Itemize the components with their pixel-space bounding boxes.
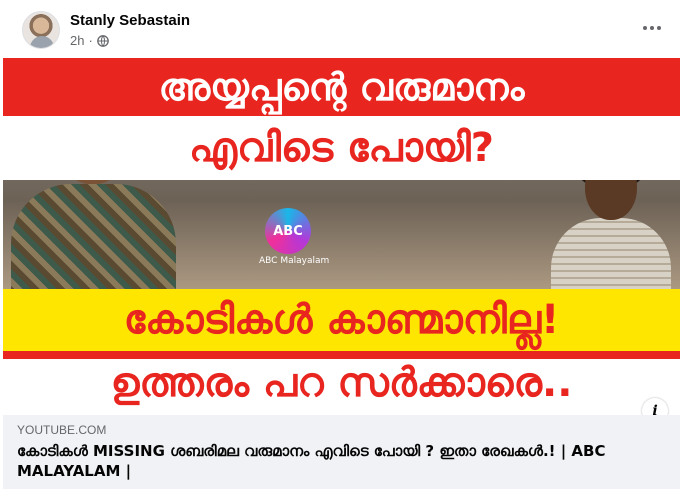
video-thumbnail[interactable]: ABC ABC Malayalam അയ്യപ്പന്റെ വരുമാനം എവ… xyxy=(3,58,680,415)
post-header: Stanly Sebastain 2h · xyxy=(0,0,680,58)
headline-line-4: ഉത്തരം പറ സർക്കാരെ.. xyxy=(3,351,680,415)
link-preview[interactable]: YOUTUBE.COM കോടികൾ MISSING ശബരിമല വരുമാന… xyxy=(3,415,680,489)
author-name[interactable]: Stanly Sebastain xyxy=(70,12,190,29)
logo-badge: ABC xyxy=(265,208,311,254)
headline-line-3: കോടികൾ കാണ്മാനില്ല! xyxy=(3,289,680,351)
more-horizontal-icon xyxy=(643,26,647,30)
meta-separator: · xyxy=(88,33,93,48)
link-title[interactable]: കോടികൾ MISSING ശബരിമല വരുമാനം എവിടെ പോയി… xyxy=(17,441,657,481)
avatar-figure xyxy=(30,36,54,48)
headline-line-2: എവിടെ പോയി? xyxy=(3,116,680,180)
logo-text: ABC Malayalam xyxy=(259,256,330,266)
headline-line-1: അയ്യപ്പന്റെ വരുമാനം xyxy=(3,58,680,116)
post-time[interactable]: 2h xyxy=(70,33,84,48)
more-options-button[interactable] xyxy=(640,16,664,40)
abc-malayalam-logo: ABC ABC Malayalam xyxy=(259,208,329,270)
globe-icon[interactable] xyxy=(96,34,109,47)
author-avatar[interactable] xyxy=(22,11,60,49)
post-meta: 2h · xyxy=(70,33,109,48)
link-domain: YOUTUBE.COM xyxy=(17,423,107,437)
